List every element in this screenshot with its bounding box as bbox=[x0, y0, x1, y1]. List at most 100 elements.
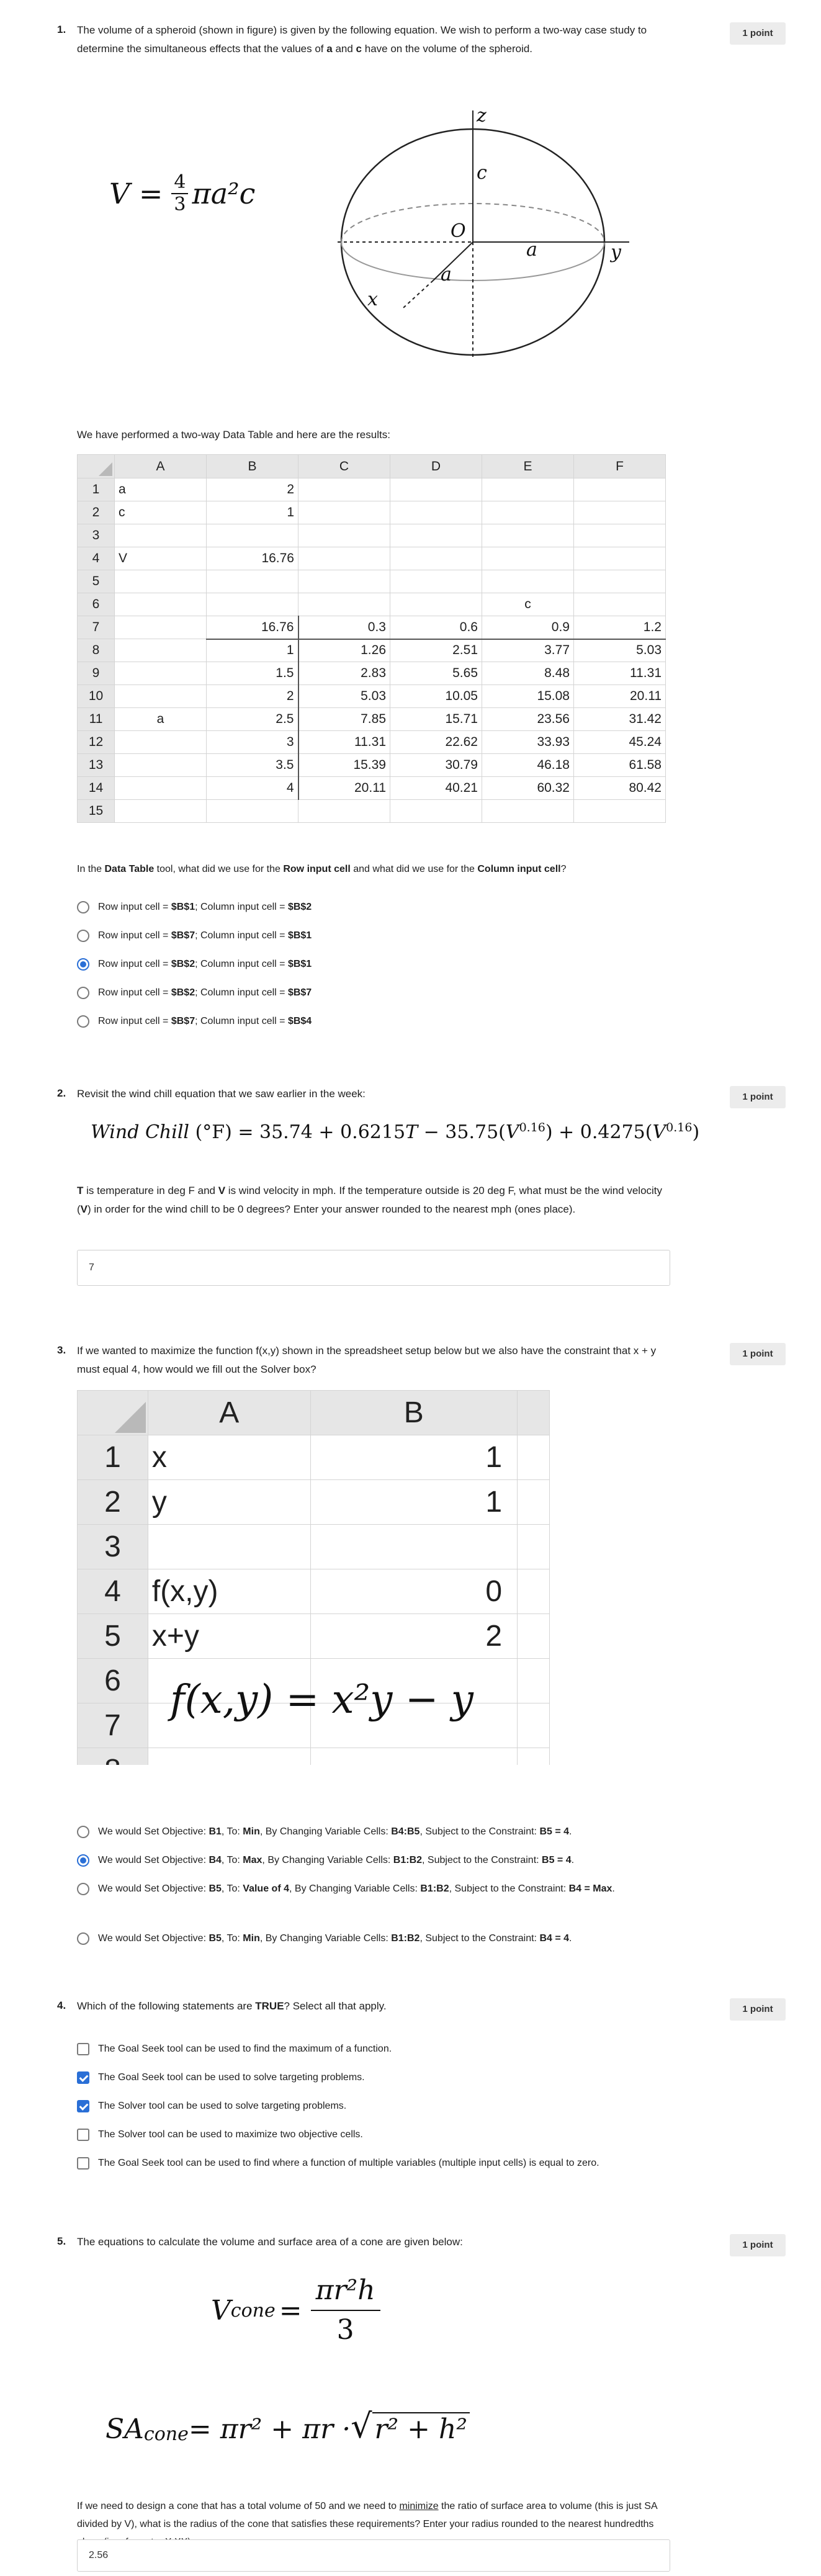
sheet-cell[interactable] bbox=[517, 1748, 550, 1765]
checkbox-checked[interactable] bbox=[77, 2100, 89, 2112]
sheet-cell[interactable] bbox=[298, 501, 390, 524]
sheet-cell[interactable] bbox=[517, 1569, 550, 1614]
answer-option[interactable]: Row input cell = $B$2; Column input cell… bbox=[77, 956, 673, 973]
answer-input[interactable]: 7 bbox=[77, 1250, 670, 1286]
sheet-cell[interactable] bbox=[482, 501, 574, 524]
sheet-cell[interactable]: 11.31 bbox=[298, 730, 390, 754]
row-header[interactable]: 1 bbox=[77, 1435, 148, 1480]
sheet-cell[interactable]: 11.31 bbox=[573, 662, 666, 685]
sheet-cell[interactable]: V bbox=[114, 547, 207, 570]
sheet-cell[interactable]: 2.83 bbox=[298, 662, 390, 685]
answer-option[interactable]: Row input cell = $B$7; Column input cell… bbox=[77, 1013, 673, 1030]
answer-option[interactable]: We would Set Objective: B5, To: Value of… bbox=[77, 1880, 673, 1898]
sheet-cell[interactable] bbox=[310, 1748, 518, 1765]
row-header[interactable]: 14 bbox=[77, 776, 115, 800]
sheet-cell[interactable] bbox=[482, 547, 574, 570]
row-header[interactable]: 15 bbox=[77, 799, 115, 823]
row-header[interactable]: 12 bbox=[77, 730, 115, 754]
sheet-cell[interactable]: 2.51 bbox=[390, 639, 482, 662]
row-header[interactable]: 8 bbox=[77, 639, 115, 662]
sheet-cell[interactable] bbox=[390, 524, 482, 547]
sheet-cell[interactable]: 1.5 bbox=[206, 662, 299, 685]
row-header[interactable]: 7 bbox=[77, 616, 115, 639]
radio-button[interactable] bbox=[77, 1826, 89, 1838]
sheet-cell[interactable]: c bbox=[114, 501, 207, 524]
sheet-cell[interactable]: 0.3 bbox=[298, 616, 390, 640]
checkbox[interactable] bbox=[77, 2157, 89, 2170]
row-header[interactable]: 9 bbox=[77, 662, 115, 685]
answer-option[interactable]: We would Set Objective: B4, To: Max, By … bbox=[77, 1852, 673, 1869]
answer-option[interactable]: The Goal Seek tool can be used to solve … bbox=[77, 2069, 673, 2086]
sheet-cell[interactable]: 2 bbox=[206, 478, 298, 501]
sheet-cell[interactable] bbox=[206, 593, 298, 616]
sheet-cell[interactable] bbox=[114, 730, 207, 754]
sheet-cell[interactable]: 2 bbox=[206, 684, 299, 708]
sheet-cell[interactable] bbox=[390, 478, 482, 501]
col-header[interactable]: F bbox=[573, 454, 666, 478]
row-header[interactable]: 5 bbox=[77, 570, 115, 593]
sheet-cell[interactable]: 1 bbox=[206, 639, 299, 662]
sheet-cell[interactable]: 4 bbox=[206, 776, 299, 800]
radio-button[interactable] bbox=[77, 901, 89, 913]
col-header[interactable] bbox=[517, 1390, 550, 1435]
row-header[interactable]: 5 bbox=[77, 1613, 148, 1659]
sheet-cell[interactable]: 23.56 bbox=[482, 707, 574, 731]
answer-option[interactable]: The Solver tool can be used to maximize … bbox=[77, 2126, 673, 2143]
sheet-cell[interactable] bbox=[517, 1658, 550, 1703]
row-header[interactable]: 2 bbox=[77, 1479, 148, 1525]
sheet-cell[interactable]: y bbox=[147, 1479, 311, 1525]
col-header[interactable]: A bbox=[114, 454, 207, 478]
sheet-cell[interactable]: 0 bbox=[310, 1569, 518, 1614]
sheet-cell[interactable] bbox=[482, 524, 574, 547]
row-header[interactable]: 6 bbox=[77, 1658, 148, 1703]
sheet-cell[interactable]: 3.5 bbox=[206, 753, 299, 777]
sheet-cell[interactable] bbox=[390, 570, 482, 593]
sheet-cell[interactable]: 15.39 bbox=[298, 753, 390, 777]
sheet-cell[interactable] bbox=[573, 547, 666, 570]
sheet-cell[interactable]: 5.65 bbox=[390, 662, 482, 685]
sheet-cell[interactable]: 5.03 bbox=[298, 684, 390, 708]
sheet-cell[interactable] bbox=[517, 1524, 550, 1569]
sheet-cell[interactable]: 1.26 bbox=[298, 639, 390, 662]
sheet-cell[interactable]: 20.11 bbox=[573, 684, 666, 708]
sheet-cell[interactable] bbox=[390, 593, 482, 616]
sheet-cell[interactable] bbox=[114, 662, 207, 685]
sheet-cell[interactable]: 3 bbox=[206, 730, 299, 754]
sheet-cell[interactable] bbox=[517, 1435, 550, 1480]
row-header[interactable]: 4 bbox=[77, 547, 115, 570]
sheet-cell[interactable] bbox=[390, 799, 482, 823]
radio-button[interactable] bbox=[77, 1883, 89, 1895]
sheet-cell[interactable] bbox=[573, 593, 666, 616]
sheet-cell[interactable]: 2.5 bbox=[206, 707, 299, 731]
radio-button[interactable] bbox=[77, 1932, 89, 1945]
sheet-cell[interactable]: 80.42 bbox=[573, 776, 666, 800]
sheet-corner[interactable] bbox=[77, 454, 115, 478]
row-header[interactable]: 13 bbox=[77, 753, 115, 777]
answer-option[interactable]: The Goal Seek tool can be used to find w… bbox=[77, 2155, 673, 2172]
sheet-cell[interactable]: 60.32 bbox=[482, 776, 574, 800]
row-header[interactable]: 2 bbox=[77, 501, 115, 524]
sheet-cell[interactable]: 22.62 bbox=[390, 730, 482, 754]
col-header[interactable]: E bbox=[482, 454, 574, 478]
sheet-cell[interactable]: 0.6 bbox=[390, 616, 482, 640]
sheet-cell[interactable]: 15.08 bbox=[482, 684, 574, 708]
sheet-cell[interactable] bbox=[298, 547, 390, 570]
answer-option[interactable]: Row input cell = $B$1; Column input cell… bbox=[77, 899, 673, 916]
checkbox[interactable] bbox=[77, 2043, 89, 2055]
sheet-cell[interactable] bbox=[298, 593, 390, 616]
col-header[interactable]: C bbox=[298, 454, 390, 478]
sheet-cell[interactable] bbox=[114, 684, 207, 708]
sheet-cell[interactable]: 1 bbox=[310, 1435, 518, 1480]
sheet-cell[interactable]: a bbox=[114, 707, 207, 731]
sheet-cell[interactable]: 30.79 bbox=[390, 753, 482, 777]
col-header[interactable]: B bbox=[206, 454, 298, 478]
sheet-cell[interactable]: 1 bbox=[206, 501, 298, 524]
sheet-cell[interactable]: c bbox=[482, 593, 574, 616]
row-header[interactable]: 6 bbox=[77, 593, 115, 616]
sheet-cell[interactable]: 31.42 bbox=[573, 707, 666, 731]
sheet-cell[interactable] bbox=[573, 478, 666, 501]
sheet-cell[interactable] bbox=[573, 524, 666, 547]
sheet-cell[interactable]: 20.11 bbox=[298, 776, 390, 800]
checkbox-checked[interactable] bbox=[77, 2071, 89, 2084]
sheet-cell[interactable]: 40.21 bbox=[390, 776, 482, 800]
